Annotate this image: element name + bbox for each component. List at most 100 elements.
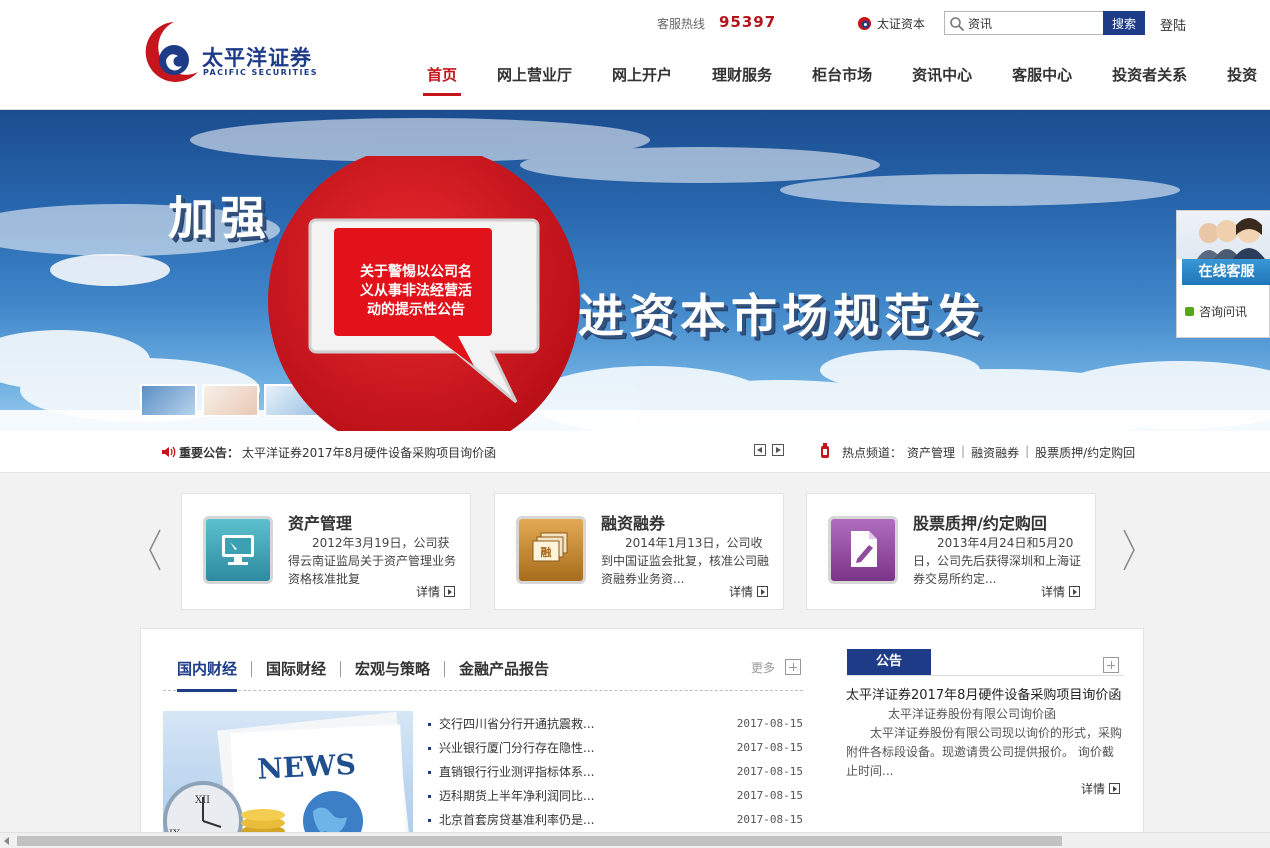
tab-domestic-finance[interactable]: 国内财经: [163, 651, 251, 692]
announcement-line-1: 太平洋证券股份有限公司询价函: [888, 707, 1057, 721]
hot-link-asset-management[interactable]: 资产管理: [907, 444, 955, 461]
news-tabs: 国内财经 国际财经 宏观与策略 金融产品报告: [163, 651, 803, 692]
play-arrow-icon: [444, 586, 456, 597]
nav-online-hall[interactable]: 网上营业厅: [477, 64, 592, 96]
popup-line-3: 动的提示性公告: [367, 301, 465, 318]
card-detail-link[interactable]: 详情: [729, 583, 769, 600]
edit-document-icon: [828, 516, 898, 584]
search-icon: [950, 17, 965, 32]
site-logo[interactable]: 太平洋证券 PACIFIC SECURITIES: [140, 20, 320, 92]
nav-open-account[interactable]: 网上开户: [592, 64, 692, 96]
banner-headline-2: 进资本市场规范发: [578, 289, 986, 343]
card-description: 2012年3月19日，公司获得云南证监局关于资产管理业务资格核准批复: [288, 536, 457, 586]
list-item[interactable]: 交行四川省分行开通抗震救... 2017-08-15: [427, 712, 807, 736]
hot-link-margin-trading[interactable]: 融资融券: [971, 444, 1019, 461]
play-arrow-icon: [1069, 586, 1081, 597]
main-nav: 首页 网上营业厅 网上开户 理财服务 柜台市场 资讯中心 客服中心 投资者关系 …: [407, 64, 1270, 96]
notice-prev-button[interactable]: [754, 444, 766, 456]
announcement-tab[interactable]: 公告: [847, 649, 931, 675]
content-panel: 国内财经 国际财经 宏观与策略 金融产品报告 更多 NEWS XII IX: [140, 628, 1144, 848]
clouds-image: [0, 118, 1270, 431]
warning-popup[interactable]: 关于警惕以公司名 义从事非法经营活 动的提示性公告: [268, 145, 580, 457]
feature-card-stock-pledge[interactable]: 股票质押/约定购回 2013年4月24日和5月20日，公司先后获得深圳和上海证券…: [806, 493, 1096, 610]
tab-financial-products[interactable]: 金融产品报告: [445, 651, 563, 687]
notice-text[interactable]: 太平洋证券2017年8月硬件设备采购项目询价函: [242, 444, 496, 461]
brand-link-label: 太证资本: [877, 16, 926, 31]
nav-otc-market[interactable]: 柜台市场: [792, 64, 892, 96]
tab-macro-strategy[interactable]: 宏观与策略: [341, 651, 444, 687]
announcement-body: 太平洋证券股份有限公司询价函 太平洋证券股份有限公司现以询价的形式，采购附件各标…: [846, 705, 1124, 781]
svg-text:NEWS: NEWS: [256, 748, 356, 786]
hotline-label: 客服热线: [657, 17, 706, 31]
service-agents-image: [1177, 211, 1270, 259]
notice-next-button[interactable]: [772, 444, 784, 456]
speaker-icon: [162, 446, 176, 458]
login-link[interactable]: 登陆: [1160, 15, 1186, 34]
svg-text:融: 融: [541, 545, 552, 559]
consult-link[interactable]: 咨询问讯: [1185, 303, 1247, 320]
divider: |: [1025, 444, 1030, 458]
hot-channel-label: 热点频道：: [842, 446, 903, 460]
notice-bar: 重要公告： 太平洋证券2017年8月硬件设备采购项目询价函 热点频道： 资产管理…: [0, 431, 1270, 473]
hero-banner[interactable]: 加强设 进资本市场规范发: [0, 110, 1270, 431]
divider: |: [961, 444, 966, 458]
search-box: [944, 11, 1104, 35]
consult-label: 咨询问讯: [1199, 305, 1248, 319]
scroll-left-icon[interactable]: [4, 837, 9, 845]
card-title: 融资融券: [601, 514, 666, 533]
divider: [847, 675, 1124, 676]
news-more-link[interactable]: 更多: [751, 659, 775, 676]
announcement-title[interactable]: 太平洋证券2017年8月硬件设备采购项目询价函: [846, 684, 1121, 703]
banner-thumb-1[interactable]: [140, 384, 197, 417]
chevron-right-icon[interactable]: [1122, 528, 1136, 572]
logo-text-en: PACIFIC SECURITIES: [203, 68, 318, 77]
chevron-left-icon[interactable]: [148, 528, 162, 572]
nav-service-center[interactable]: 客服中心: [992, 64, 1092, 96]
notice-label: 重要公告：: [179, 446, 240, 460]
online-service-button[interactable]: 在线客服: [1182, 259, 1270, 285]
page: 太平洋证券 PACIFIC SECURITIES 客服热线 95397 太证资本…: [0, 0, 1270, 848]
news-list: 交行四川省分行开通抗震救... 2017-08-15 兴业银行厦门分行存在隐性..…: [427, 712, 807, 832]
search-button[interactable]: 搜索: [1103, 11, 1145, 35]
card-description: 2014年1月13日，公司收到中国证监会批复，核准公司融资融券业务资...: [601, 536, 770, 586]
list-item[interactable]: 兴业银行厦门分行存在隐性... 2017-08-15: [427, 736, 807, 760]
nav-investor-relations[interactable]: 投资者关系: [1092, 64, 1207, 96]
scrollbar-thumb[interactable]: [17, 836, 1062, 846]
popup-line-2: 义从事非法经营活: [360, 282, 472, 299]
feature-card-asset-management[interactable]: 资产管理 2012年3月19日，公司获得云南证监局关于资产管理业务资格核准批复 …: [181, 493, 471, 610]
site-header: 太平洋证券 PACIFIC SECURITIES 客服热线 95397 太证资本…: [0, 0, 1270, 110]
card-detail-link[interactable]: 详情: [416, 583, 456, 600]
hot-icon: [821, 443, 829, 458]
play-arrow-icon: [1109, 783, 1121, 794]
monitor-icon: [203, 516, 273, 584]
nav-home[interactable]: 首页: [407, 64, 477, 96]
card-title: 股票质押/约定购回: [913, 514, 1047, 533]
search-input[interactable]: [968, 14, 1100, 32]
online-service-float: 在线客服 咨询问讯: [1176, 210, 1270, 338]
nav-wealth[interactable]: 理财服务: [692, 64, 792, 96]
hotline-number: 95397: [719, 13, 777, 31]
hot-link-stock-pledge[interactable]: 股票质押/约定购回: [1035, 444, 1135, 461]
nav-more[interactable]: 投资: [1207, 64, 1270, 96]
consult-arrow-icon: [1185, 307, 1194, 316]
brand-logo-icon: [857, 16, 872, 30]
announcement-more-plus-icon[interactable]: [1103, 657, 1119, 673]
brand-link[interactable]: 太证资本: [857, 14, 925, 32]
list-item[interactable]: 北京首套房贷基准利率仍是... 2017-08-15: [427, 808, 807, 832]
banner-thumb-2[interactable]: [202, 384, 259, 417]
documents-icon: 融: [516, 516, 586, 584]
tab-international-finance[interactable]: 国际财经: [252, 651, 340, 687]
horizontal-scrollbar[interactable]: [0, 832, 1270, 848]
feature-card-margin-trading[interactable]: 融 融资融券 2014年1月13日，公司收到中国证监会批复，核准公司融资融券业务…: [494, 493, 784, 610]
card-detail-link[interactable]: 详情: [1041, 583, 1081, 600]
nav-news-center[interactable]: 资讯中心: [892, 64, 992, 96]
logo-mark-icon: [145, 22, 198, 82]
list-item[interactable]: 迈科期货上半年净利润同比... 2017-08-15: [427, 784, 807, 808]
card-description: 2013年4月24日和5月20日，公司先后获得深圳和上海证券交易所约定...: [913, 536, 1082, 586]
news-image[interactable]: NEWS XII IX: [163, 711, 413, 848]
news-more-plus-icon[interactable]: [785, 659, 801, 675]
list-item[interactable]: 直销银行行业测评指标体系... 2017-08-15: [427, 760, 807, 784]
announcement-detail-link[interactable]: 详情: [1081, 780, 1121, 797]
popup-line-1: 关于警惕以公司名: [360, 263, 472, 280]
warning-popup-graphic: 关于警惕以公司名 义从事非法经营活 动的提示性公告: [268, 145, 580, 457]
